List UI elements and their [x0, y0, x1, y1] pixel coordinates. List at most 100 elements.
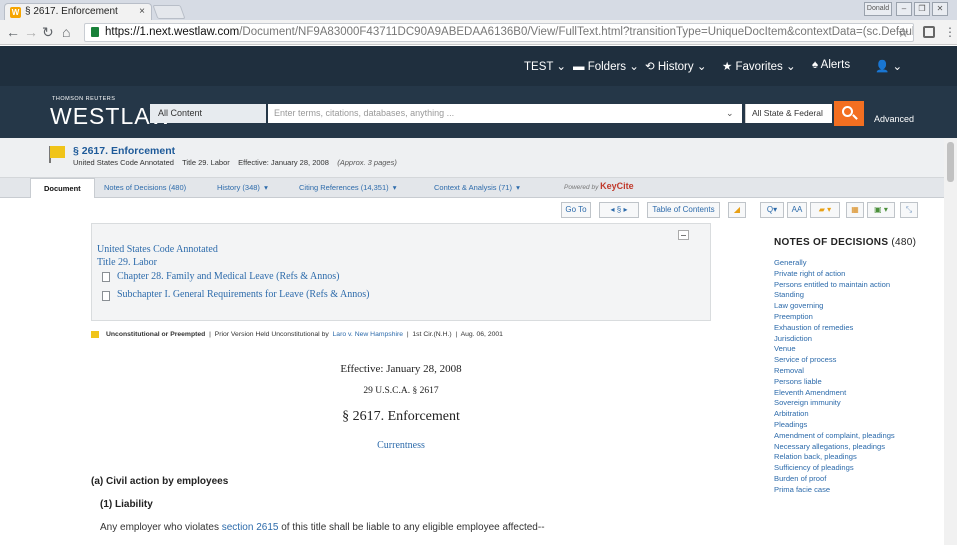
- section-2615-link[interactable]: section 2615: [222, 522, 279, 533]
- favorites-menu[interactable]: ★ Favorites ⌄: [722, 59, 796, 73]
- notes-list-item[interactable]: Burden of proof: [774, 474, 895, 485]
- tab-history[interactable]: History (348) ▾: [217, 178, 268, 198]
- profile-button[interactable]: Donald: [864, 2, 892, 16]
- text-size-icon[interactable]: AA: [787, 202, 807, 218]
- flag-date: Aug. 06, 2001: [460, 331, 503, 338]
- keycite-flag-notice: Unconstitutional or Preempted | Prior Ve…: [106, 331, 503, 338]
- notes-list-item[interactable]: Preemption: [774, 312, 895, 323]
- browser-tab-bar: W § 2617. Enforcement × Donald – ❐ ✕: [0, 0, 957, 20]
- alerts-label: Alerts: [820, 59, 851, 71]
- notes-list-item[interactable]: Venue: [774, 344, 895, 355]
- notes-list-item[interactable]: Standing: [774, 290, 895, 301]
- highlight-icon[interactable]: ▰ ▾: [810, 202, 840, 218]
- goto-button[interactable]: Go To: [561, 202, 591, 218]
- powered-by-label: Powered by: [564, 184, 599, 191]
- advanced-search-link[interactable]: Advanced: [874, 114, 914, 124]
- notes-list-item[interactable]: Generally: [774, 258, 895, 269]
- notes-list-item[interactable]: Exhaustion of remedies: [774, 323, 895, 334]
- notes-list-item[interactable]: Arbitration: [774, 409, 895, 420]
- notes-list-item[interactable]: Law governing: [774, 301, 895, 312]
- notes-list-item[interactable]: Service of process: [774, 355, 895, 366]
- minimize-button[interactable]: –: [896, 2, 912, 16]
- history-icon: ⟲: [645, 61, 655, 73]
- menu-icon[interactable]: ⋮: [944, 24, 956, 40]
- flag-case-link[interactable]: Laro v. New Hampshire: [333, 331, 404, 338]
- tab-context-analysis[interactable]: Context & Analysis (71) ▾: [434, 178, 520, 198]
- content-scope-selector[interactable]: All Content: [150, 104, 266, 123]
- notes-list-item[interactable]: Prima facie case: [774, 485, 895, 496]
- notes-list-item[interactable]: Persons liable: [774, 377, 895, 388]
- history-menu[interactable]: ⟲ History ⌄: [645, 59, 706, 73]
- home-icon[interactable]: ⌂: [62, 24, 70, 40]
- browser-window: W § 2617. Enforcement × Donald – ❐ ✕ ← →…: [0, 0, 957, 545]
- client-id-label: TEST: [524, 61, 554, 73]
- notes-list-item[interactable]: Pleadings: [774, 420, 895, 431]
- document-icon: [102, 291, 110, 301]
- search-icon-handle: [852, 114, 858, 120]
- bookmark-star-icon[interactable]: ☆: [897, 24, 909, 41]
- notes-list-item[interactable]: Amendment of complaint, pleadings: [774, 431, 895, 442]
- star-icon: ★: [722, 61, 733, 73]
- scrollbar-thumb[interactable]: [947, 142, 954, 182]
- client-id-menu[interactable]: TEST ⌄: [524, 59, 566, 73]
- section-1-heading: (1) Liability: [100, 499, 153, 510]
- restore-button[interactable]: ❐: [914, 2, 930, 16]
- expand-icon[interactable]: ⤡: [900, 202, 918, 218]
- notes-list-item[interactable]: Private right of action: [774, 269, 895, 280]
- tab-notes-of-decisions[interactable]: Notes of Decisions (480): [104, 178, 186, 198]
- breadcrumb-subchapter-link[interactable]: Subchapter I. General Requirements for L…: [117, 289, 369, 300]
- url-path: /Document/NF9A83000F43711DC90A9ABEDAA613…: [239, 26, 914, 38]
- folder-icon: ▬: [573, 61, 585, 73]
- annotate-icon[interactable]: ◢: [728, 202, 746, 218]
- table-of-contents-button[interactable]: Table of Contents: [647, 202, 720, 218]
- user-menu[interactable]: 👤 ⌄: [875, 59, 902, 73]
- alerts-menu[interactable]: ♠ Alerts: [812, 59, 850, 71]
- notes-list-item[interactable]: Persons entitled to maintain action: [774, 280, 895, 291]
- reload-icon[interactable]: ↻: [42, 24, 54, 40]
- close-tab-icon[interactable]: ×: [139, 6, 145, 17]
- breadcrumb-chapter-link[interactable]: Chapter 28. Family and Medical Leave (Re…: [117, 271, 339, 282]
- search-input[interactable]: Enter terms, citations, databases, anyth…: [268, 104, 742, 123]
- browser-tab[interactable]: W § 2617. Enforcement ×: [4, 3, 152, 20]
- notes-list-item[interactable]: Eleventh Amendment: [774, 388, 895, 399]
- notes-list-item[interactable]: Relation back, pleadings: [774, 452, 895, 463]
- folder-save-icon[interactable]: ▦: [846, 202, 864, 218]
- forward-icon[interactable]: →: [24, 24, 38, 40]
- document-meta: United States Code Annotated Title 29. L…: [73, 158, 397, 167]
- tab-document[interactable]: Document: [30, 178, 95, 198]
- currentness-link[interactable]: Currentness: [91, 440, 711, 451]
- tab-citing-references[interactable]: Citing References (14,351) ▾: [299, 178, 397, 198]
- powered-by-keycite: Powered by KeyCite: [564, 181, 634, 191]
- text-before: Any employer who violates: [100, 522, 222, 533]
- back-icon[interactable]: ←: [6, 24, 20, 40]
- close-window-button[interactable]: ✕: [932, 2, 948, 16]
- breadcrumb-title-link[interactable]: Title 29. Labor: [97, 257, 157, 268]
- section-nav-button[interactable]: ◂ § ▸: [599, 202, 639, 218]
- search-within-icon[interactable]: Q▾: [760, 202, 784, 218]
- notes-list-item[interactable]: Necessary allegations, pleadings: [774, 442, 895, 453]
- collapse-icon[interactable]: [678, 230, 689, 240]
- breadcrumb-code-link[interactable]: United States Code Annotated: [97, 244, 218, 255]
- meta-effective: Effective: January 28, 2008: [238, 158, 329, 167]
- statute-cite: 29 U.S.C.A. § 2617: [363, 386, 439, 396]
- document-icon: [102, 272, 110, 282]
- extension-icon[interactable]: [923, 26, 935, 38]
- notes-list-item[interactable]: Sufficiency of pleadings: [774, 463, 895, 474]
- folders-menu[interactable]: ▬ Folders ⌄: [573, 59, 639, 73]
- notes-list-item[interactable]: Sovereign immunity: [774, 398, 895, 409]
- thomson-reuters-label: THOMSON REUTERS: [52, 96, 116, 102]
- new-tab-button[interactable]: [152, 5, 186, 19]
- tab-context-label: Context & Analysis (71): [434, 183, 512, 192]
- notes-list-item[interactable]: Jurisdiction: [774, 334, 895, 345]
- url-field[interactable]: https://1.next.westlaw.com/Document/NF9A…: [84, 23, 914, 42]
- download-icon[interactable]: ▣ ▾: [867, 202, 895, 218]
- chevron-down-icon[interactable]: ⌄: [726, 104, 734, 123]
- page-scrollbar[interactable]: [944, 138, 957, 545]
- notes-list-item[interactable]: Removal: [774, 366, 895, 377]
- search-button[interactable]: [834, 101, 864, 126]
- lock-icon: [91, 27, 99, 37]
- meta-source: United States Code Annotated: [73, 158, 174, 167]
- jurisdiction-selector[interactable]: All State & Federal: [745, 104, 832, 123]
- url-host: https://1.next.westlaw.com: [105, 26, 240, 38]
- keycite-yellow-flag-icon[interactable]: [50, 146, 65, 158]
